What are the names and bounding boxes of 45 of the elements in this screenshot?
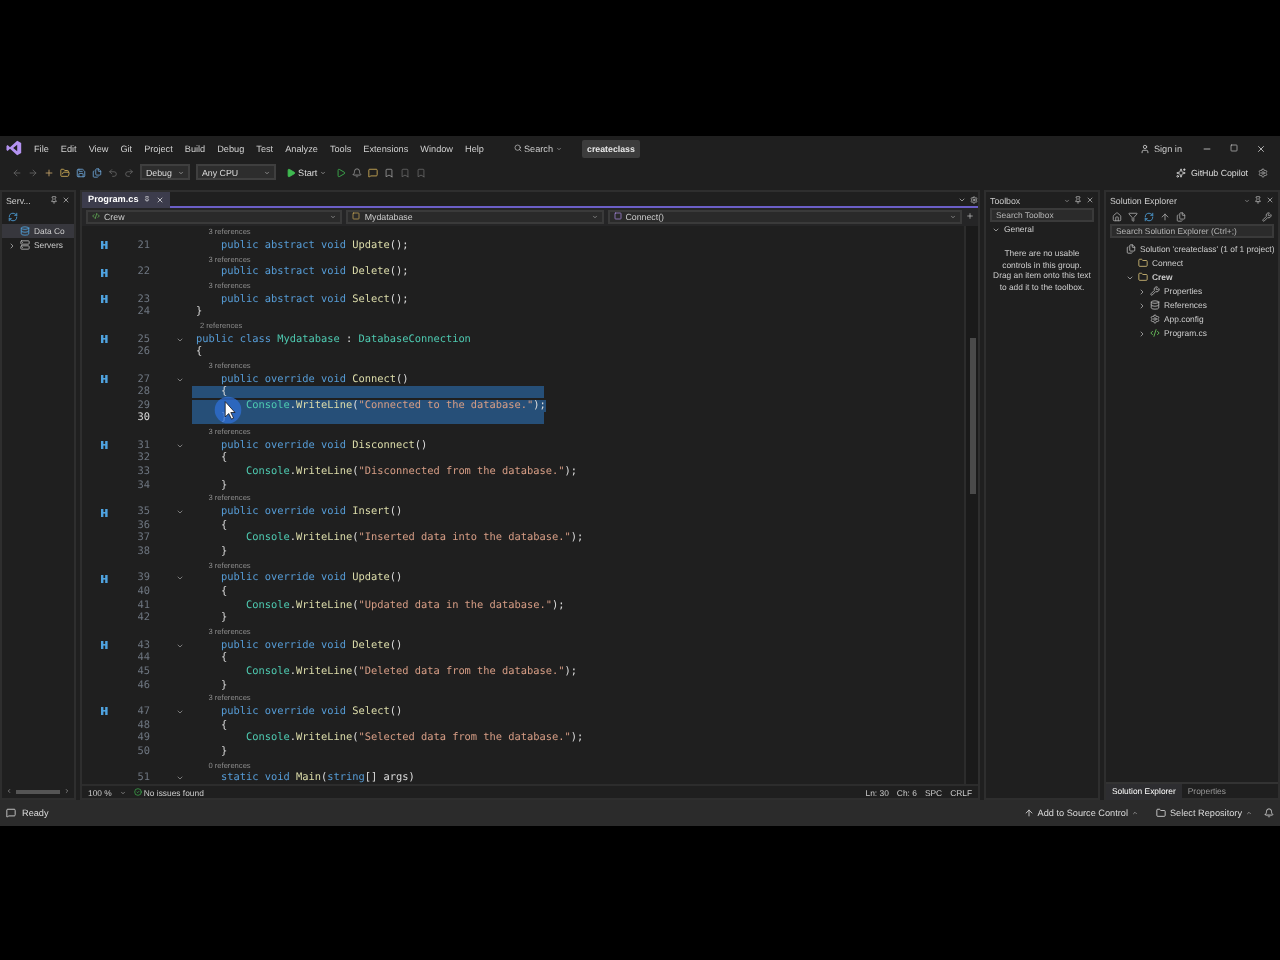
wrench-icon [1150,286,1160,296]
restore-icon[interactable] [1230,143,1238,151]
visual-studio-logo-icon [6,140,22,156]
undo-icon[interactable] [108,167,118,177]
pin-icon[interactable] [50,196,58,204]
show-files-icon[interactable] [1176,211,1186,221]
pin-icon[interactable] [1254,196,1262,204]
filter-icon[interactable] [1128,211,1138,221]
bell-icon[interactable] [351,167,362,177]
settings-icon[interactable] [970,195,978,203]
save-all-icon[interactable] [92,167,102,177]
comment-icon[interactable] [367,167,378,177]
pin-icon [144,196,151,202]
save-icon[interactable] [76,167,86,177]
home-icon[interactable] [1112,211,1122,221]
person-icon [1139,143,1150,153]
refresh-icon[interactable] [8,211,18,221]
check-icon [133,788,142,796]
open-folder-icon[interactable] [60,167,70,177]
pin-icon[interactable] [1074,196,1082,204]
folder-icon [1138,258,1148,268]
settings-icon[interactable] [1258,167,1268,177]
minimize-icon[interactable] [1202,143,1212,153]
folder-icon [1155,808,1166,818]
up-arrow-icon [1023,808,1034,818]
server-icon [20,240,30,250]
code-file-icon [1150,328,1160,338]
new-item-icon[interactable] [44,167,54,177]
refresh-icon[interactable] [1144,211,1154,221]
back-arrow-icon[interactable] [12,167,22,177]
wrench-icon[interactable] [1262,211,1272,221]
sparkle-icon [1176,167,1187,177]
gear-icon [1150,314,1160,324]
forward-arrow-icon[interactable] [28,167,38,177]
database-icon [20,226,30,236]
solution-icon [1126,244,1136,254]
cursor-icon [214,395,242,424]
folder-icon [1138,272,1148,282]
code-file-icon [92,212,100,221]
notifications-icon[interactable] [1264,808,1274,818]
redo-icon[interactable] [124,167,134,177]
scrollbar[interactable] [16,789,60,793]
play-icon [286,167,296,177]
play-outline-icon[interactable] [335,167,346,177]
search-icon [513,144,522,152]
